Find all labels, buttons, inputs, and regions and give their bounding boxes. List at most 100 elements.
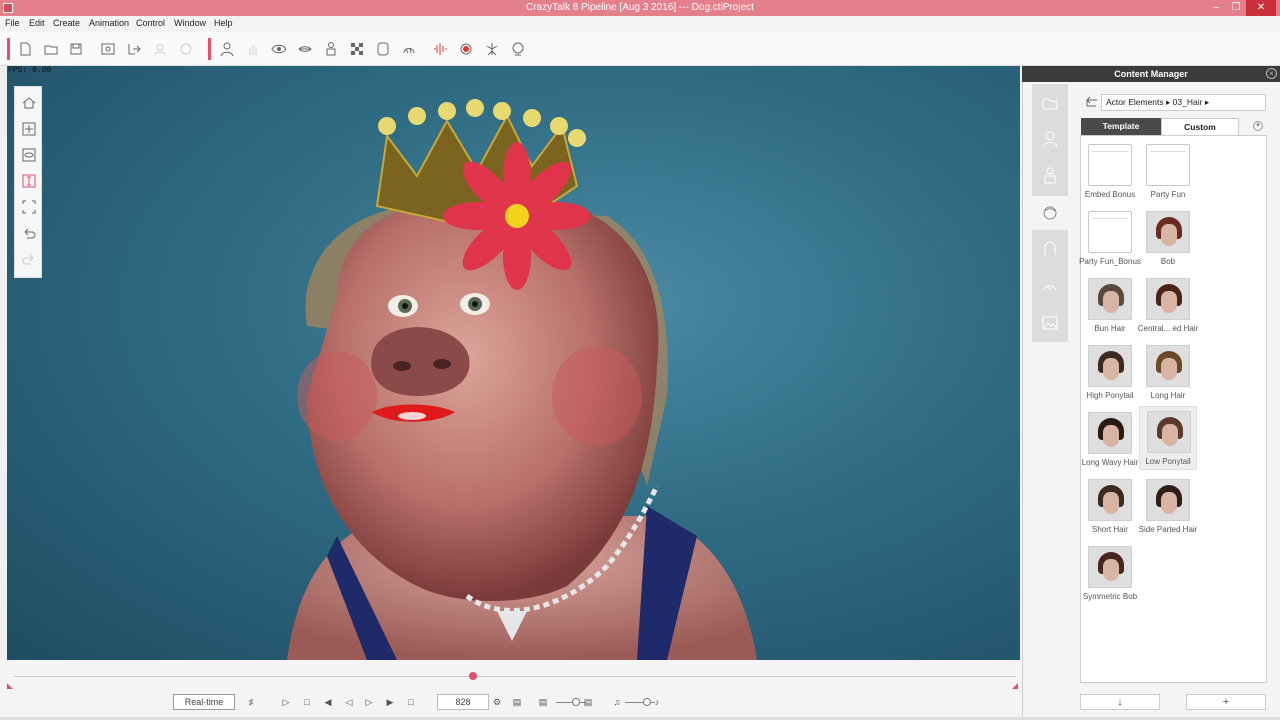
tab-custom[interactable]: Custom bbox=[1161, 118, 1239, 135]
disabled-tool-icon bbox=[152, 41, 168, 57]
item-label: Central... ed Hair bbox=[1137, 324, 1199, 333]
back-icon[interactable] bbox=[1083, 96, 1099, 110]
apply-down-button[interactable]: ↓ bbox=[1080, 694, 1160, 710]
rotate-view-icon[interactable] bbox=[21, 147, 37, 163]
timeline-track[interactable] bbox=[14, 676, 1016, 677]
record-icon[interactable] bbox=[458, 41, 474, 57]
puppet-icon[interactable] bbox=[484, 41, 500, 57]
list-item[interactable]: Party Fun bbox=[1139, 140, 1197, 204]
hair-thumbnail bbox=[1088, 479, 1132, 521]
menu-window[interactable]: Window bbox=[174, 18, 206, 28]
item-label: Side Parted Hair bbox=[1138, 525, 1198, 534]
character-tab[interactable] bbox=[1032, 158, 1068, 192]
list-item[interactable]: Bob bbox=[1139, 207, 1197, 271]
hair-thumbnail bbox=[1147, 411, 1191, 453]
menu-help[interactable]: Help bbox=[214, 18, 233, 28]
item-label: Bob bbox=[1160, 257, 1176, 266]
restore-button[interactable]: ❐ bbox=[1226, 0, 1246, 16]
play-icon[interactable]: ▷ bbox=[280, 695, 292, 709]
checker-icon[interactable] bbox=[349, 41, 365, 57]
folder-icon bbox=[1146, 144, 1190, 186]
list-item[interactable]: Embed Bonus bbox=[1081, 140, 1139, 204]
tab-template[interactable]: Template bbox=[1081, 118, 1161, 135]
breadcrumb-arrow-icon: ▸ bbox=[1166, 97, 1173, 107]
timeline-playhead[interactable] bbox=[469, 672, 477, 680]
actor-tab[interactable] bbox=[1032, 122, 1068, 156]
range-end-marker[interactable] bbox=[1012, 683, 1018, 689]
preview-icon[interactable] bbox=[100, 41, 116, 57]
3d-viewport[interactable] bbox=[7, 66, 1020, 660]
zoom-view-icon[interactable] bbox=[21, 173, 37, 189]
save-icon[interactable] bbox=[68, 41, 84, 57]
breadcrumb-hair[interactable]: 03_Hair bbox=[1173, 97, 1203, 107]
actor-icon[interactable] bbox=[219, 41, 235, 57]
current-frame-field[interactable]: 828 bbox=[437, 694, 489, 710]
project-tab[interactable] bbox=[1032, 86, 1068, 120]
first-frame-icon[interactable]: ◀ bbox=[322, 695, 334, 709]
undo-icon[interactable] bbox=[21, 227, 37, 243]
face-fit-icon[interactable] bbox=[375, 41, 391, 57]
head-turn-icon[interactable] bbox=[510, 41, 526, 57]
menu-animation[interactable]: Animation bbox=[89, 18, 129, 28]
hair-thumbnail bbox=[1088, 278, 1132, 320]
list-item[interactable]: Long Wavy Hair bbox=[1081, 408, 1139, 472]
fit-view-icon[interactable] bbox=[21, 199, 37, 215]
previous-frame-icon[interactable]: ◁ bbox=[343, 695, 355, 709]
close-button[interactable]: ✕ bbox=[1246, 0, 1276, 16]
hair-thumbnail bbox=[1088, 412, 1132, 454]
range-start-marker[interactable] bbox=[7, 683, 13, 689]
realtime-mode-button[interactable]: Real-time bbox=[173, 694, 235, 710]
mouth-icon[interactable] bbox=[297, 41, 313, 57]
add-button[interactable]: + bbox=[1186, 694, 1266, 710]
toolbar-separator bbox=[208, 38, 211, 60]
list-item[interactable]: Central... ed Hair bbox=[1138, 274, 1198, 338]
zoom-out-icon[interactable]: ▤ bbox=[537, 695, 549, 709]
animation-tab[interactable] bbox=[1032, 270, 1068, 304]
breadcrumb[interactable]: Actor Elements ▸ 03_Hair ▸ bbox=[1101, 94, 1266, 111]
view-navigation-bar bbox=[14, 86, 42, 278]
list-item[interactable]: Party Fun_Bonus bbox=[1079, 207, 1141, 271]
menu-edit[interactable]: Edit bbox=[29, 18, 45, 28]
background-tab[interactable] bbox=[1032, 306, 1068, 340]
breadcrumb-actor-elements[interactable]: Actor Elements bbox=[1106, 97, 1164, 107]
new-file-icon[interactable] bbox=[17, 41, 33, 57]
stop-icon[interactable]: □ bbox=[301, 695, 313, 709]
audio-icon[interactable] bbox=[432, 41, 448, 57]
home-view-icon[interactable] bbox=[21, 95, 37, 111]
zoom-in-icon[interactable]: ▤ bbox=[582, 695, 594, 709]
title-bar: CrazyTalk 8 Pipeline [Aug 3 2016] --- Do… bbox=[0, 0, 1280, 16]
panel-options-icon[interactable]: ▾ bbox=[1253, 121, 1263, 131]
body-icon[interactable] bbox=[323, 41, 339, 57]
list-item[interactable]: Symmetric Bob bbox=[1081, 542, 1139, 606]
frame-settings-icon[interactable]: ⚙ bbox=[491, 695, 503, 709]
menu-control[interactable]: Control bbox=[136, 18, 165, 28]
open-folder-icon[interactable] bbox=[43, 41, 59, 57]
next-frame-icon[interactable]: ▷ bbox=[363, 695, 375, 709]
export-icon[interactable] bbox=[126, 41, 142, 57]
menu-create[interactable]: Create bbox=[53, 18, 80, 28]
hair-tool-icon[interactable] bbox=[401, 41, 417, 57]
export-frame-icon[interactable]: ▤ bbox=[511, 695, 523, 709]
accessory-tab[interactable] bbox=[1032, 232, 1068, 266]
panel-close-icon[interactable]: × bbox=[1266, 68, 1277, 79]
list-item[interactable]: High Ponytail bbox=[1081, 341, 1139, 405]
minimize-button[interactable]: – bbox=[1206, 0, 1226, 16]
list-item[interactable]: Long Hair bbox=[1139, 341, 1197, 405]
character-scene bbox=[287, 99, 757, 660]
volume-icon[interactable]: ♫ bbox=[611, 695, 623, 709]
last-frame-icon[interactable]: ▶ bbox=[384, 695, 396, 709]
list-item-selected[interactable]: Low Ponytail bbox=[1139, 406, 1197, 470]
loop-icon[interactable]: □ bbox=[405, 695, 417, 709]
zoom-slider-knob[interactable] bbox=[572, 698, 580, 706]
eye-icon[interactable] bbox=[271, 41, 287, 57]
move-view-icon[interactable] bbox=[21, 121, 37, 137]
hair-elements-tab[interactable] bbox=[1032, 196, 1070, 230]
main-toolbar bbox=[0, 32, 1280, 66]
list-item[interactable]: Side Parted Hair bbox=[1139, 475, 1197, 539]
menu-file[interactable]: File bbox=[5, 18, 20, 28]
list-item[interactable]: Bun Hair bbox=[1081, 274, 1139, 338]
volume-slider-knob[interactable] bbox=[643, 698, 651, 706]
volume-max-icon[interactable]: ♪ bbox=[651, 695, 663, 709]
list-item[interactable]: Short Hair bbox=[1081, 475, 1139, 539]
speed-menu-icon[interactable]: ♯ bbox=[242, 695, 260, 709]
